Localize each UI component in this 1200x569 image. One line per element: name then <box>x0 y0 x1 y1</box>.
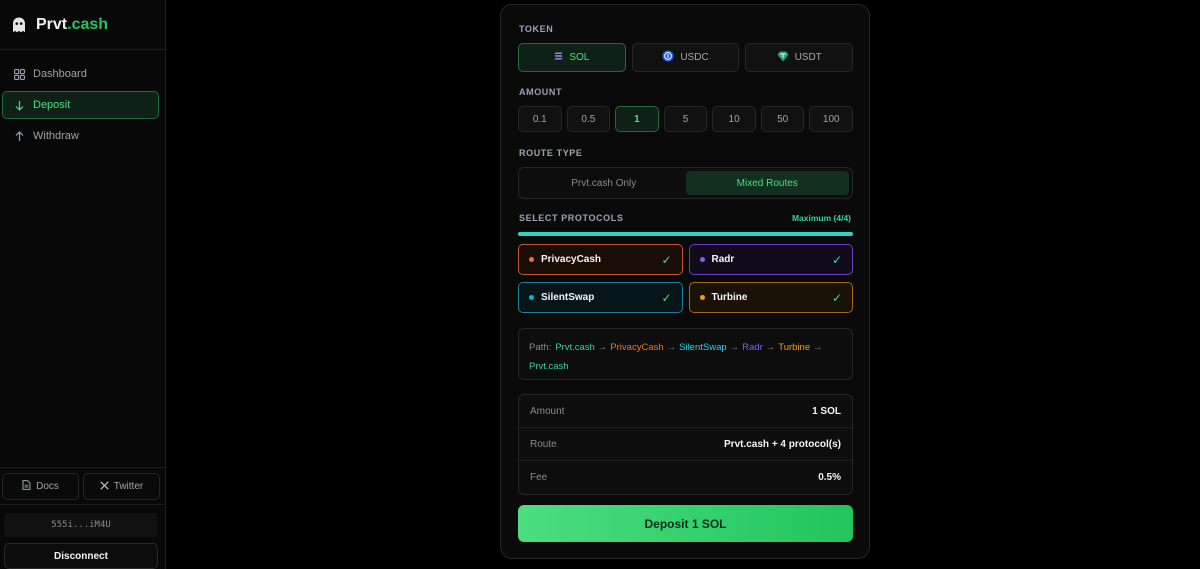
wallet-address[interactable]: 555i...iM4U <box>4 513 158 537</box>
protocols-max-indicator: Maximum (4/4) <box>791 213 851 223</box>
protocol-silentswap[interactable]: SilentSwap ✓ <box>518 282 683 313</box>
protocol-privacycash[interactable]: PrivacyCash ✓ <box>518 244 683 275</box>
deposit-summary: Amount 1 SOL Route Prvt.cash + 4 protoco… <box>518 394 853 495</box>
docs-link[interactable]: Docs <box>2 473 79 500</box>
path-step: PrivacyCash <box>610 342 664 353</box>
x-icon <box>100 480 109 493</box>
amount-option-selected[interactable]: 1 <box>615 106 659 132</box>
protocol-color-dot <box>529 295 534 300</box>
sidebar-footer: Docs Twitter 555i...iM4U Disconnect <box>0 467 165 569</box>
deposit-button[interactable]: Deposit 1 SOL <box>518 505 853 542</box>
token-selector: SOL USDC USDT <box>518 43 854 72</box>
summary-value: 1 SOL <box>812 405 841 417</box>
protocol-name: Radr <box>711 254 735 265</box>
path-arrow: → <box>597 342 608 353</box>
protocol-name: Turbine <box>711 292 748 303</box>
brand-logo[interactable]: Prvt.cash <box>0 0 165 50</box>
amount-section-label: AMOUNT <box>519 87 563 97</box>
amount-option[interactable]: 50 <box>760 106 805 132</box>
summary-key: Amount <box>530 405 565 417</box>
summary-row-route: Route Prvt.cash + 4 protocol(s) <box>519 428 852 461</box>
token-sol-button[interactable]: SOL <box>518 43 626 72</box>
brand-name: Prvt.cash <box>36 15 109 33</box>
path-step: SilentSwap <box>679 342 727 353</box>
token-label: USDT <box>794 52 822 63</box>
twitter-link[interactable]: Twitter <box>83 473 160 500</box>
token-label: USDC <box>680 52 709 63</box>
token-usdt-button[interactable]: USDT <box>745 43 854 72</box>
summary-key: Fee <box>530 472 548 483</box>
summary-row-fee: Fee 0.5% <box>519 461 852 494</box>
arrow-up-icon <box>13 130 25 142</box>
protocol-turbine[interactable]: Turbine ✓ <box>688 282 853 313</box>
protocol-color-dot <box>699 257 705 262</box>
path-step: Prvt.cash <box>555 342 595 353</box>
token-label: SOL <box>569 52 590 63</box>
protocols-progress-fill <box>518 232 853 236</box>
twitter-label: Twitter <box>113 481 144 492</box>
sidebar-item-dashboard[interactable]: Dashboard <box>2 60 159 88</box>
protocol-name: SilentSwap <box>541 292 595 303</box>
protocol-color-dot <box>529 257 534 262</box>
route-option-mixed[interactable]: Mixed Routes <box>685 171 849 195</box>
path-step: Radr <box>742 342 763 353</box>
disconnect-button[interactable]: Disconnect <box>4 543 158 569</box>
token-section-label: TOKEN <box>519 24 554 34</box>
docs-label: Docs <box>36 481 59 492</box>
checkmark-icon: ✓ <box>831 252 842 267</box>
route-path: Path: Prvt.cash → PrivacyCash → SilentSwap → Ra… <box>518 328 853 380</box>
amount-selector: 0.1 0.5 1 5 10 50 100 <box>518 106 854 132</box>
arrow-down-icon <box>13 99 25 111</box>
wallet-area: 555i...iM4U Disconnect <box>0 504 165 569</box>
amount-option[interactable]: 0.1 <box>518 106 562 132</box>
protocols-progress-bar <box>518 232 853 236</box>
grid-icon <box>13 68 25 80</box>
path-arrow: → <box>813 342 823 353</box>
token-usdc-button[interactable]: USDC <box>631 43 740 72</box>
path-arrow: → <box>666 342 677 353</box>
usdc-icon <box>662 50 674 65</box>
route-type-label: ROUTE TYPE <box>519 148 583 158</box>
route-type-toggle: Prvt.cash Only Mixed Routes <box>518 167 853 199</box>
sidebar-item-deposit[interactable]: Deposit <box>2 91 159 119</box>
protocol-color-dot <box>699 295 705 300</box>
path-arrow: → <box>765 342 776 353</box>
document-icon <box>22 480 31 493</box>
sidebar-item-label: Withdraw <box>33 130 79 142</box>
amount-option[interactable]: 5 <box>663 106 708 132</box>
summary-key: Route <box>530 438 557 450</box>
checkmark-icon: ✓ <box>661 290 672 305</box>
sidebar-item-withdraw[interactable]: Withdraw <box>2 122 159 150</box>
path-step: Prvt.cash <box>529 361 569 372</box>
amount-option[interactable]: 100 <box>809 106 854 132</box>
path-label: Path: <box>529 342 552 353</box>
path-arrow: → <box>729 342 740 353</box>
deposit-card: TOKEN SOL USDC USDT AMOUNT 0.1 0.5 1 5 1… <box>500 4 870 559</box>
amount-option[interactable]: 10 <box>712 106 756 132</box>
checkmark-icon: ✓ <box>661 252 672 267</box>
protocols-section-label: SELECT PROTOCOLS <box>519 213 624 223</box>
external-links: Docs Twitter <box>0 467 165 500</box>
sidebar-item-label: Deposit <box>33 99 71 111</box>
summary-value: 0.5% <box>818 472 841 483</box>
sidebar-nav: Dashboard Deposit Withdraw <box>0 50 165 150</box>
usdt-icon <box>777 51 789 65</box>
path-step: Turbine <box>778 342 811 353</box>
ghost-logo-icon <box>10 16 28 34</box>
summary-row-amount: Amount 1 SOL <box>519 395 852 428</box>
route-option-prvt-only[interactable]: Prvt.cash Only <box>522 171 686 195</box>
solana-icon <box>554 52 563 63</box>
summary-value: Prvt.cash + 4 protocol(s) <box>724 438 841 450</box>
checkmark-icon: ✓ <box>831 290 842 305</box>
sidebar: Prvt.cash Dashboard Deposit Withdraw Doc… <box>0 0 166 569</box>
amount-option[interactable]: 0.5 <box>566 106 611 132</box>
protocol-grid: PrivacyCash ✓ Radr ✓ SilentSwap ✓ Turbin… <box>518 244 853 313</box>
protocol-radr[interactable]: Radr ✓ <box>688 244 853 275</box>
protocol-name: PrivacyCash <box>541 254 602 265</box>
sidebar-item-label: Dashboard <box>33 68 87 80</box>
